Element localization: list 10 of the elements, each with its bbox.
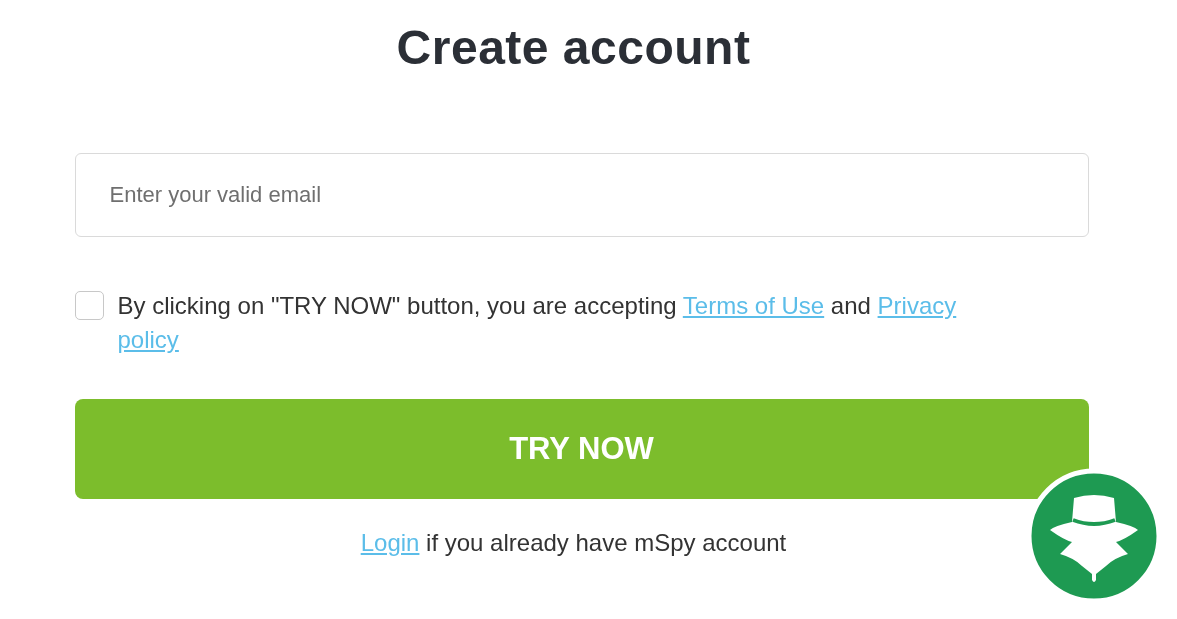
email-field[interactable]: Enter your valid email [74,153,1089,237]
try-now-button[interactable]: TRY NOW [74,399,1089,499]
page-title: Create account [396,20,751,75]
login-text: Login if you already have mSpy account [360,529,787,557]
consent-checkbox[interactable] [74,291,104,320]
login-link[interactable]: Login [360,529,420,556]
terms-link[interactable]: Terms of Use [682,292,825,319]
privacy-link[interactable]: Privacy [877,292,957,319]
privacy-link[interactable]: policy [117,326,179,353]
consent-text: By clicking on "TRY NOW" button, you are accepting Terms of Use and Privacy policy [117,291,958,355]
